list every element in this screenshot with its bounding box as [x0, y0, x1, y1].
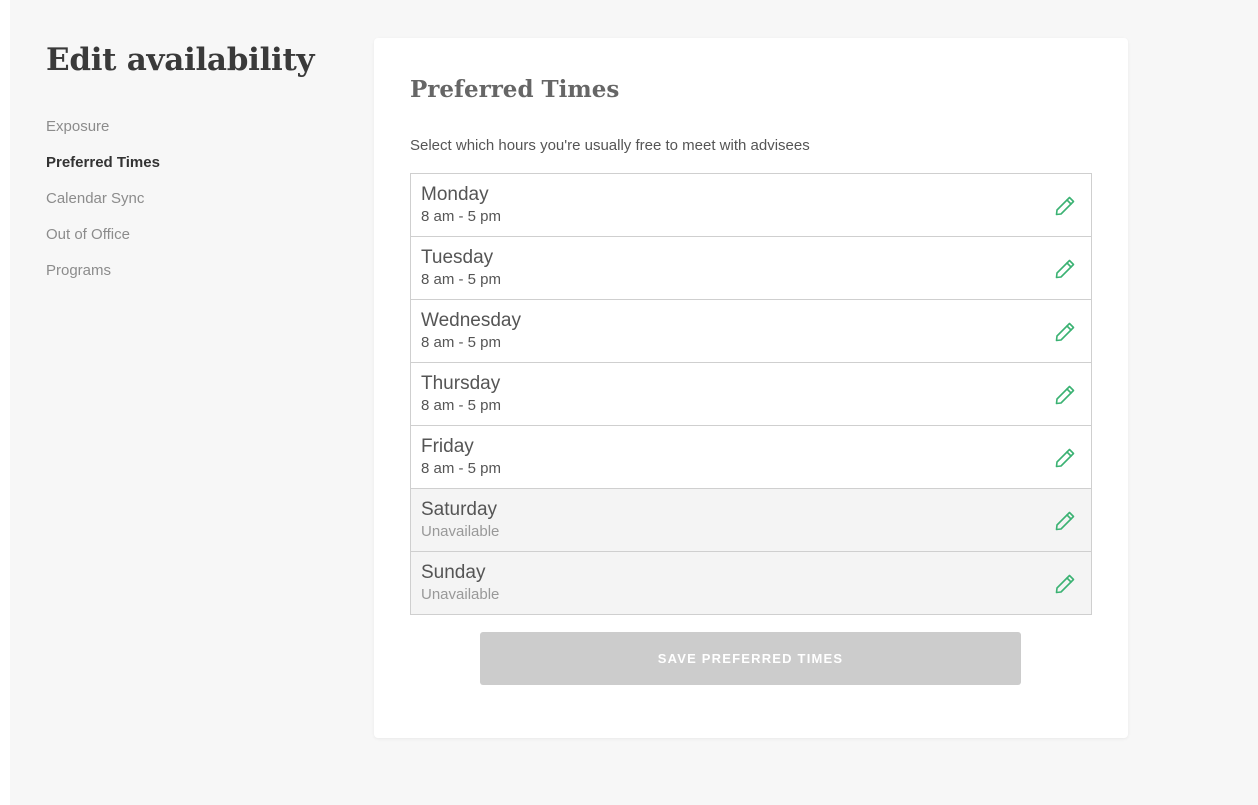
- pencil-icon[interactable]: [1053, 320, 1077, 344]
- day-name: Thursday: [421, 373, 501, 394]
- pencil-icon[interactable]: [1053, 257, 1077, 281]
- pencil-icon[interactable]: [1053, 383, 1077, 407]
- preferred-times-card: Preferred Times Select which hours you'r…: [374, 38, 1128, 738]
- day-row-sunday: Sunday Unavailable: [411, 552, 1091, 615]
- day-hours: Unavailable: [421, 586, 500, 603]
- pencil-icon[interactable]: [1053, 194, 1077, 218]
- day-row-wednesday: Wednesday 8 am - 5 pm: [411, 300, 1091, 363]
- pencil-icon[interactable]: [1053, 446, 1077, 470]
- day-row-friday: Friday 8 am - 5 pm: [411, 426, 1091, 489]
- sidebar-item-out-of-office[interactable]: Out of Office: [46, 224, 346, 260]
- day-hours: 8 am - 5 pm: [421, 271, 502, 288]
- page-title: Edit availability: [46, 42, 315, 78]
- day-row-saturday: Saturday Unavailable: [411, 489, 1091, 552]
- sidebar: Edit availability Exposure Preferred Tim…: [46, 38, 346, 296]
- day-name: Friday: [421, 436, 474, 457]
- sidebar-nav: Exposure Preferred Times Calendar Sync O…: [46, 116, 346, 296]
- day-hours: 8 am - 5 pm: [421, 334, 502, 351]
- save-preferred-times-button[interactable]: SAVE PREFERRED TIMES: [480, 632, 1021, 685]
- day-name: Tuesday: [421, 247, 494, 268]
- day-list: Monday 8 am - 5 pm Tuesday 8 am - 5 pm W…: [410, 173, 1092, 615]
- sidebar-item-calendar-sync[interactable]: Calendar Sync: [46, 188, 346, 224]
- day-name: Saturday: [421, 499, 498, 520]
- page-background: Edit availability Exposure Preferred Tim…: [10, 0, 1258, 805]
- day-hours: 8 am - 5 pm: [421, 460, 502, 477]
- card-title: Preferred Times: [410, 76, 620, 103]
- pencil-icon[interactable]: [1053, 509, 1077, 533]
- day-hours: Unavailable: [421, 523, 500, 540]
- pencil-icon[interactable]: [1053, 572, 1077, 596]
- sidebar-item-programs[interactable]: Programs: [46, 260, 346, 296]
- day-name: Monday: [421, 184, 489, 205]
- day-row-monday: Monday 8 am - 5 pm: [411, 174, 1091, 237]
- day-name: Wednesday: [421, 310, 521, 331]
- day-hours: 8 am - 5 pm: [421, 208, 502, 225]
- day-hours: 8 am - 5 pm: [421, 397, 502, 414]
- sidebar-item-preferred-times[interactable]: Preferred Times: [46, 152, 346, 188]
- sidebar-item-exposure[interactable]: Exposure: [46, 116, 346, 152]
- day-name: Sunday: [421, 562, 486, 583]
- day-row-tuesday: Tuesday 8 am - 5 pm: [411, 237, 1091, 300]
- day-row-thursday: Thursday 8 am - 5 pm: [411, 363, 1091, 426]
- card-description: Select which hours you're usually free t…: [410, 137, 810, 154]
